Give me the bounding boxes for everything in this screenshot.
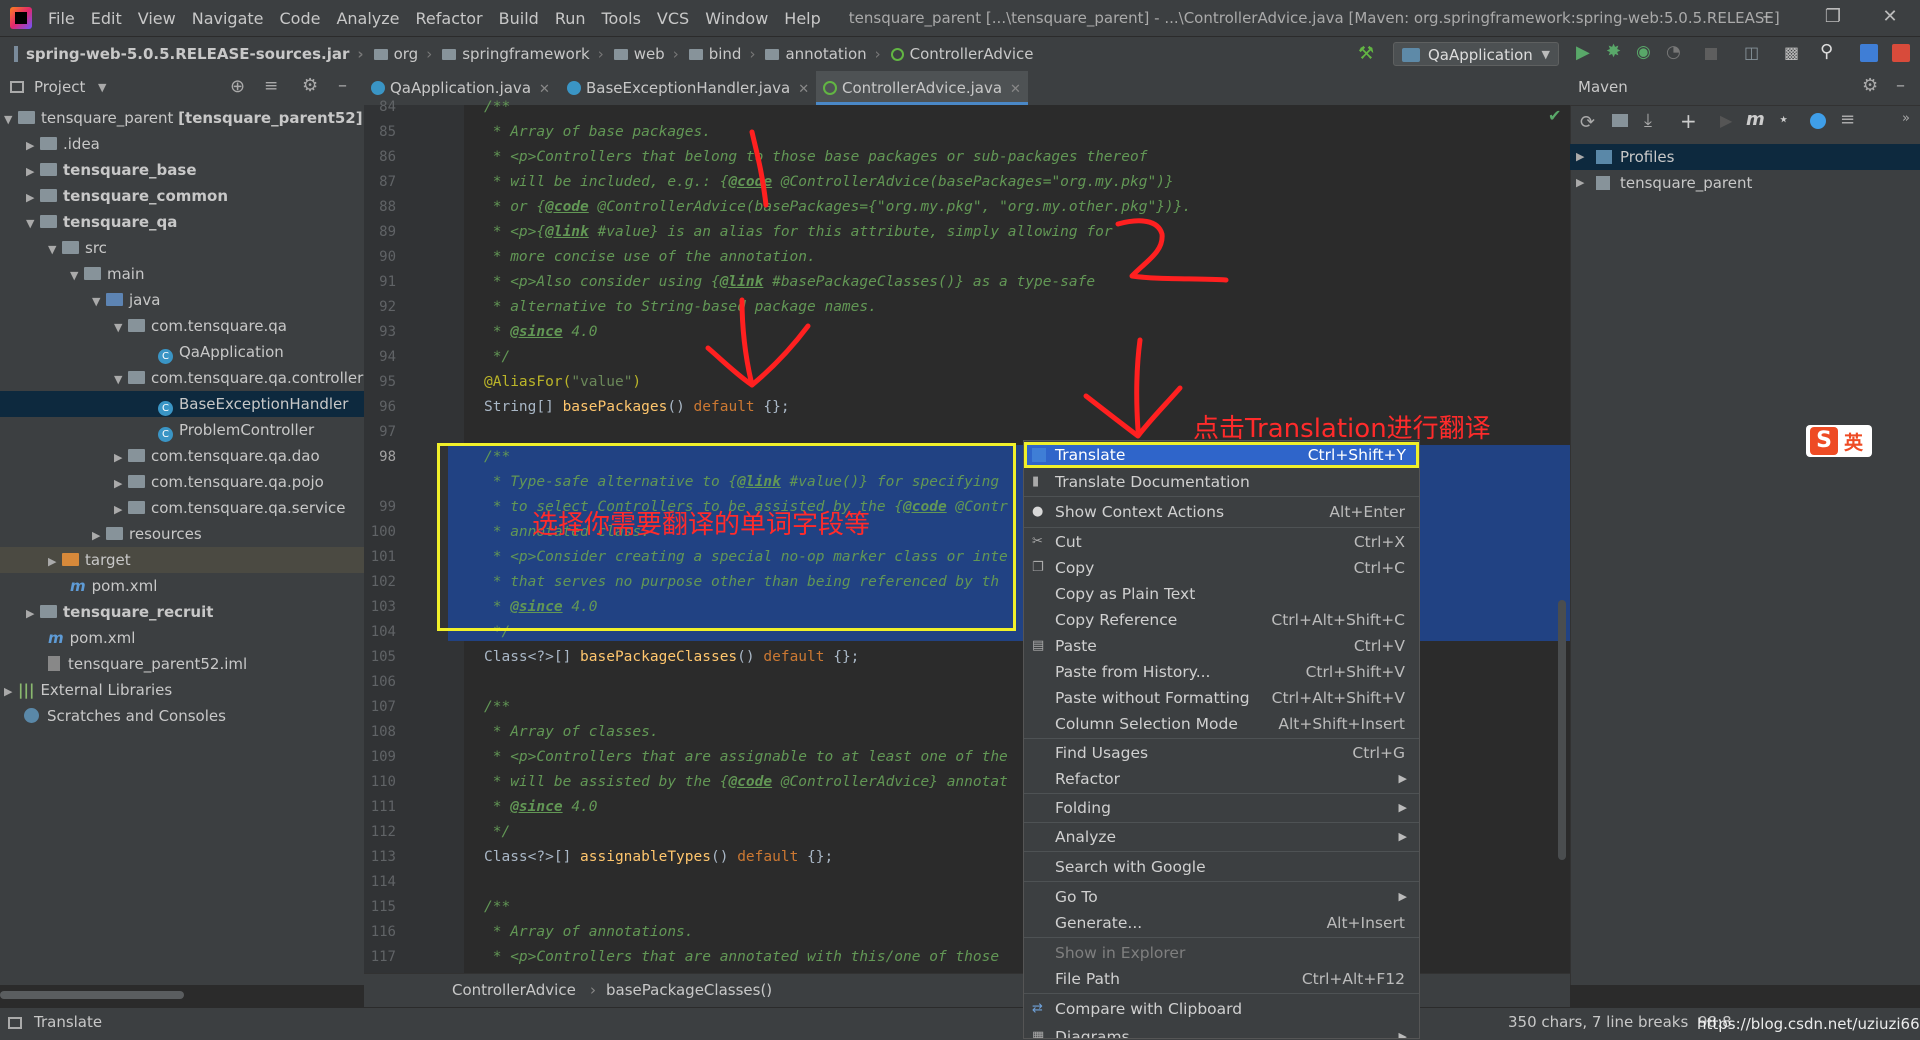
annotation-click-text: 点击Translation进行翻译 xyxy=(1193,414,1491,444)
annotation-select-text: 选择你需要翻译的单词字段等 xyxy=(532,510,871,540)
annotation-arrow-shaft-1 xyxy=(739,297,755,388)
annotation-strokes xyxy=(705,129,1229,439)
annotation-stroke-1 xyxy=(749,129,769,208)
annotation-arrow-head-2 xyxy=(1083,385,1183,439)
annotation-stroke-2 xyxy=(1115,218,1229,283)
annotation-arrow-head-1 xyxy=(705,323,811,388)
annotation-arrow-shaft-2 xyxy=(1134,337,1143,433)
